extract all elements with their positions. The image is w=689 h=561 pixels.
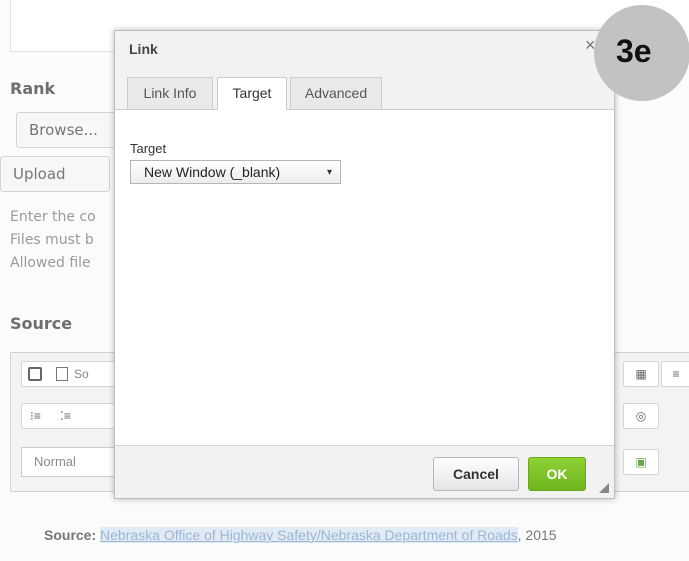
- tab-link-info[interactable]: Link Info: [127, 77, 213, 109]
- tab-target[interactable]: Target: [217, 77, 287, 110]
- horizontal-line-icon: ≡: [672, 367, 680, 381]
- source-title: Source: [10, 314, 73, 333]
- target-label: Target: [130, 141, 167, 156]
- target-select[interactable]: New Window (_blank) ▾: [130, 160, 341, 184]
- toolbar-group-1: So: [21, 361, 115, 387]
- hline-button[interactable]: ≡: [661, 361, 689, 387]
- source-icon[interactable]: [56, 367, 68, 381]
- bullet-list-icon[interactable]: ⁚≡: [60, 404, 71, 428]
- table-icon: ▦: [635, 367, 647, 381]
- help-text-line: Enter the co: [10, 209, 96, 225]
- help-text-line: Files must b: [10, 232, 94, 248]
- upload-button[interactable]: Upload: [0, 156, 110, 192]
- resize-handle-icon[interactable]: [599, 483, 609, 493]
- format-combo[interactable]: Normal: [21, 447, 121, 477]
- tab-advanced[interactable]: Advanced: [290, 77, 382, 109]
- target-select-value: New Window (_blank): [144, 164, 281, 180]
- list-button-group: ⁝≡ ⁚≡: [21, 403, 115, 429]
- dialog-body: Target New Window (_blank) ▾: [115, 109, 614, 446]
- link-dialog: Link × Link Info Target Advanced Target …: [114, 30, 615, 499]
- dialog-title: Link: [129, 41, 158, 57]
- step-badge-label: 3e: [616, 33, 652, 69]
- numbered-list-icon[interactable]: ⁝≡: [30, 404, 41, 428]
- source-credit-year: , 2015: [517, 527, 557, 543]
- source-credit-link[interactable]: Nebraska Office of Highway Safety/Nebras…: [100, 527, 518, 543]
- chevron-down-icon: ▾: [326, 167, 332, 178]
- table-button[interactable]: ▦: [623, 361, 659, 387]
- ok-button[interactable]: OK: [528, 457, 586, 491]
- rank-title: Rank: [10, 79, 56, 98]
- cancel-button[interactable]: Cancel: [433, 457, 519, 491]
- source-credit-label: Source:: [44, 527, 97, 543]
- image-button[interactable]: ▣: [623, 449, 659, 475]
- about-button[interactable]: ◎: [623, 403, 659, 429]
- step-badge: 3e: [594, 5, 689, 101]
- help-text-line: Allowed file: [10, 255, 91, 271]
- save-icon[interactable]: [28, 367, 42, 381]
- globe-icon: ◎: [635, 409, 647, 423]
- source-button-label[interactable]: So: [74, 362, 89, 386]
- image-icon: ▣: [635, 455, 647, 469]
- source-credit-line: Source: Nebraska Office of Highway Safet…: [44, 527, 557, 543]
